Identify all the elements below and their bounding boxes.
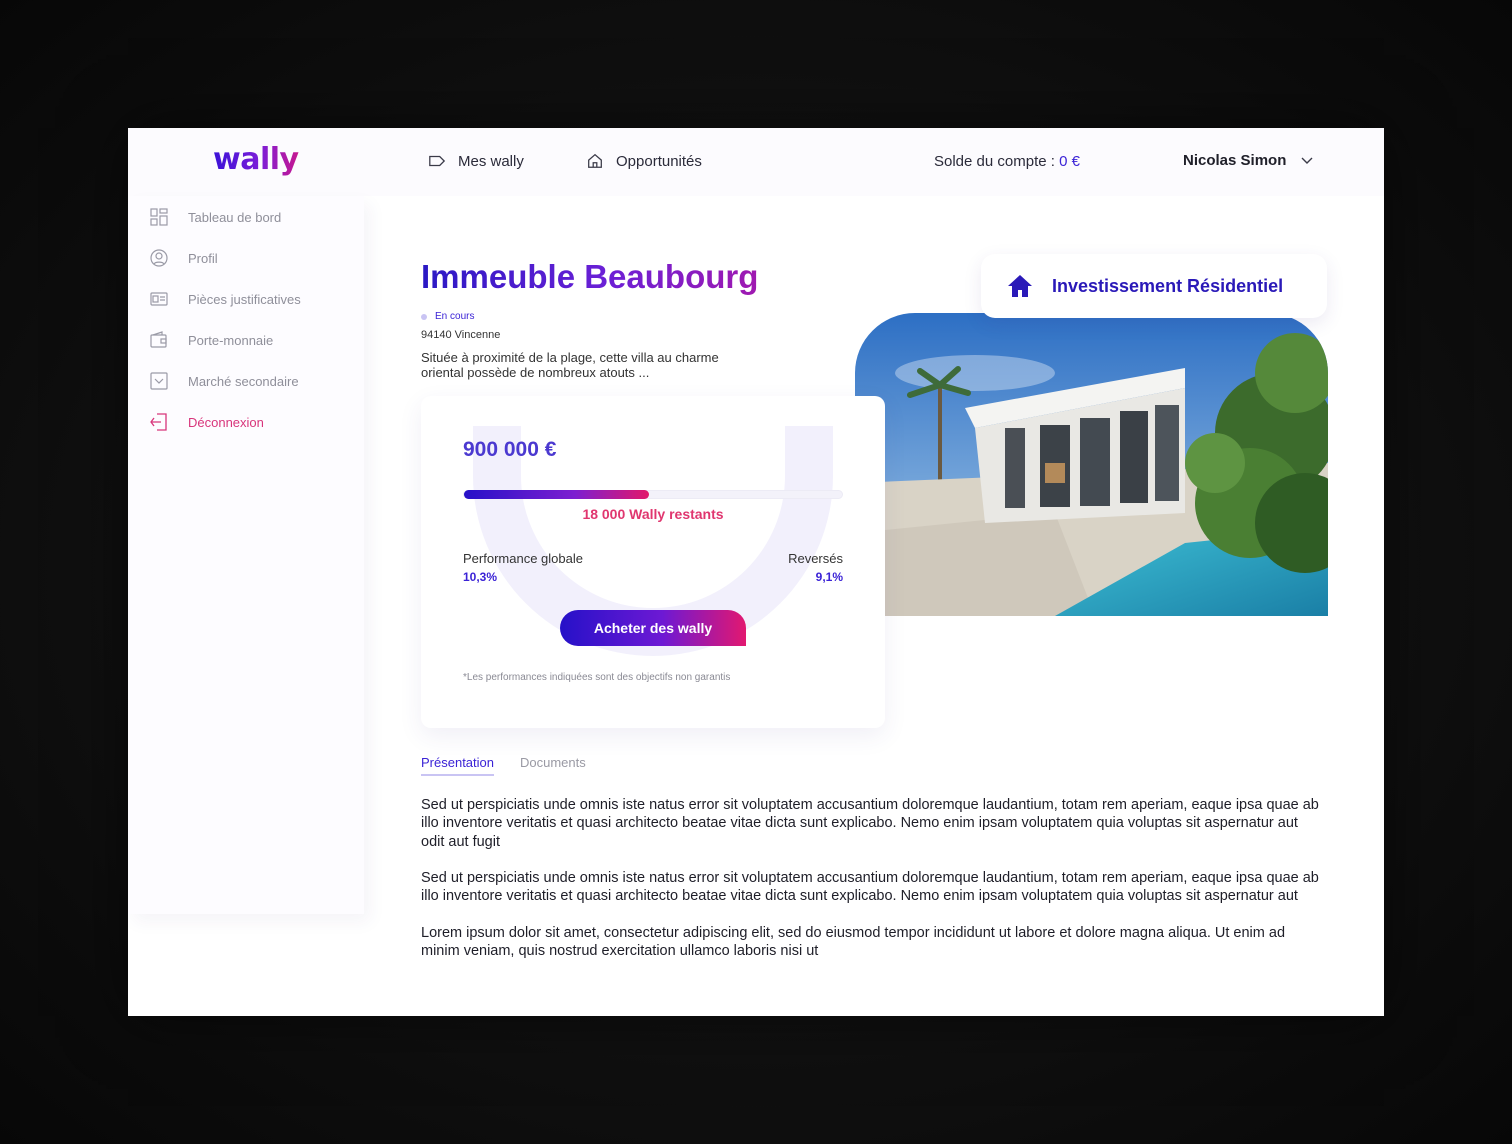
sidebar-item-deconnexion[interactable]: Déconnexion bbox=[150, 413, 264, 431]
property-description: Située à proximité de la plage, cette vi… bbox=[421, 350, 719, 380]
chevron-down-icon bbox=[1301, 157, 1313, 164]
tab-documents[interactable]: Documents bbox=[520, 755, 586, 776]
home-outline-icon bbox=[588, 153, 602, 168]
category-badge: Investissement Résidentiel bbox=[981, 254, 1327, 318]
disclaimer: *Les performances indiquées sont des obj… bbox=[463, 672, 731, 683]
investment-card: 900 000 € 18 000 Wally restants Performa… bbox=[421, 396, 885, 728]
sidebar-item-label: Déconnexion bbox=[188, 414, 264, 430]
category-label: Investissement Résidentiel bbox=[1052, 276, 1284, 296]
sidebar-item-label: Tableau de bord bbox=[188, 209, 282, 225]
tab-presentation[interactable]: Présentation bbox=[421, 755, 494, 776]
top-header: wally Mes wally Opportunités Solde du co… bbox=[128, 128, 1384, 196]
user-menu[interactable]: Nicolas Simon bbox=[1183, 152, 1314, 169]
id-card-icon bbox=[150, 292, 168, 306]
content-tabs: Présentation Documents bbox=[421, 755, 586, 776]
sidebar-item-dashboard[interactable]: Tableau de bord bbox=[150, 208, 281, 226]
property-title: Immeuble Beaubourg bbox=[421, 258, 759, 295]
sidebar-item-marche[interactable]: Marché secondaire bbox=[150, 372, 299, 390]
balance-label: Solde du compte : bbox=[934, 153, 1060, 170]
sidebar-item-label: Porte-monnaie bbox=[188, 332, 274, 348]
dashboard-icon bbox=[150, 208, 168, 226]
property-city: 94140 Vincenne bbox=[421, 329, 501, 341]
property-price: 900 000 € bbox=[463, 438, 557, 461]
sidebar-item-label: Pièces justificatives bbox=[188, 291, 301, 307]
tag-icon bbox=[429, 155, 446, 167]
market-icon bbox=[150, 372, 168, 390]
sidebar-item-pieces[interactable]: Pièces justificatives bbox=[150, 290, 301, 308]
app-window: wally Mes wally Opportunités Solde du co… bbox=[128, 128, 1384, 1016]
status-badge: En cours bbox=[421, 311, 474, 322]
presentation-paragraph-3: Lorem ipsum dolor sit amet, consectetur … bbox=[421, 925, 1286, 960]
nav-opportunites-label: Opportunités bbox=[616, 152, 702, 170]
funding-progress-bar bbox=[463, 490, 843, 499]
wallet-icon bbox=[150, 331, 167, 348]
sidebar-item-label: Profil bbox=[188, 250, 218, 266]
nav-opportunites[interactable]: Opportunités bbox=[586, 152, 702, 170]
reverses-value: 9,1% bbox=[815, 570, 843, 584]
wally-logo[interactable]: wally bbox=[213, 142, 299, 177]
user-circle-icon bbox=[150, 249, 168, 267]
property-photo bbox=[855, 313, 1328, 616]
presentation-paragraph-2: Sed ut perspiciatis unde omnis iste natu… bbox=[421, 870, 1319, 905]
status-label: En cours bbox=[435, 311, 475, 322]
sidebar-item-profil[interactable]: Profil bbox=[150, 249, 218, 267]
balance-value: 0 € bbox=[1059, 153, 1080, 170]
villa-photo bbox=[855, 313, 1328, 616]
funding-progress-fill bbox=[464, 490, 650, 499]
sidebar-item-label: Marché secondaire bbox=[188, 373, 299, 389]
status-dot bbox=[421, 313, 427, 320]
account-balance: Solde du compte : 0 € bbox=[934, 153, 1080, 170]
reverses-label: Reversés bbox=[788, 551, 843, 566]
performance-label: Performance globale bbox=[463, 551, 583, 566]
sidebar-item-porte-monnaie[interactable]: Porte-monnaie bbox=[150, 331, 273, 349]
user-name: Nicolas Simon bbox=[1183, 152, 1287, 169]
buy-wally-button[interactable]: Acheter des wally bbox=[560, 610, 746, 646]
home-icon bbox=[1008, 275, 1032, 297]
nav-mes-wally[interactable]: Mes wally bbox=[428, 152, 524, 170]
presentation-paragraph-1: Sed ut perspiciatis unde omnis iste natu… bbox=[421, 797, 1319, 850]
logout-icon bbox=[150, 413, 167, 431]
performance-value: 10,3% bbox=[463, 570, 498, 584]
remaining-wally: 18 000 Wally restants bbox=[582, 506, 724, 522]
sidebar: Tableau de bord Profil Pièces justificat… bbox=[128, 196, 364, 914]
nav-mes-wally-label: Mes wally bbox=[458, 152, 524, 170]
